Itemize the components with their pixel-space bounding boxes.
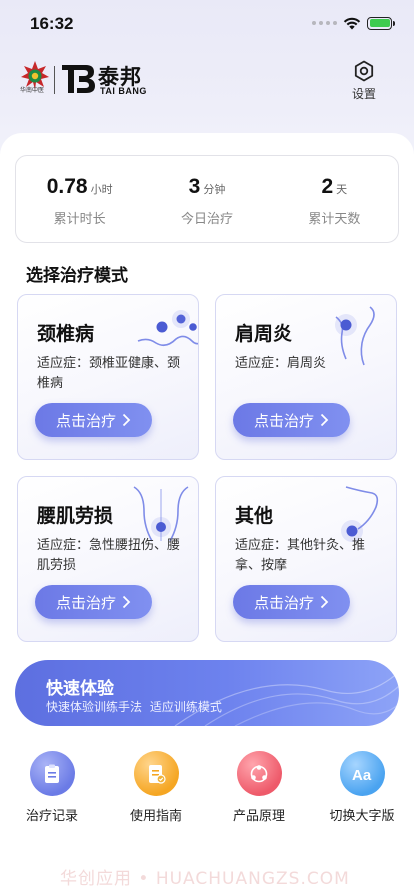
stat-today-minutes: 3 分钟 今日治疗 xyxy=(143,156,270,242)
status-time: 16:32 xyxy=(30,14,74,33)
nav-label: 切换大字版 xyxy=(329,809,395,824)
nav-treatment-records[interactable]: 治疗记录 xyxy=(7,751,97,824)
settings-label: 设置 xyxy=(351,87,376,101)
start-treatment-button[interactable]: 点击治疗 xyxy=(233,585,350,619)
button-label: 点击治疗 xyxy=(253,593,314,612)
status-bar: 16:32 xyxy=(0,0,414,48)
main-panel: 0.78 小时 累计时长 3 分钟 今日治疗 2天 累计天数 选择治疗模式 颈椎病 … xyxy=(0,133,414,896)
nav-user-guide[interactable]: 使用指南 xyxy=(111,751,201,824)
stat-total-days: 2天 累计天数 xyxy=(271,156,398,242)
quick-subtitle: 快速体验训练手法 适应训练模式 xyxy=(46,700,222,714)
brand-name-en: TAI BANG xyxy=(100,86,147,96)
card-title: 肩周炎 xyxy=(235,323,293,345)
clipboard-icon xyxy=(29,751,75,796)
quick-experience-banner[interactable]: 快速体验 快速体验训练手法 适应训练模式 xyxy=(15,660,399,726)
card-description: 适应症：急性腰扭伤、腰肌劳损 xyxy=(37,538,181,573)
logo-divider xyxy=(54,66,55,94)
guide-book-icon xyxy=(133,751,179,796)
card-description: 适应症：颈椎亚健康、颈椎病 xyxy=(37,356,181,391)
chevron-right-icon xyxy=(122,595,131,609)
signal-icon xyxy=(312,21,337,25)
nav-label: 使用指南 xyxy=(129,809,182,824)
nav-large-font-mode[interactable]: Aa 切换大字版 xyxy=(317,751,407,824)
quick-title: 快速体验 xyxy=(46,679,114,699)
nav-label: 治疗记录 xyxy=(25,809,78,824)
card-title: 其他 xyxy=(235,505,274,527)
mode-card-cervical[interactable]: 颈椎病 适应症：颈椎亚健康、颈椎病 点击治疗 xyxy=(17,294,199,460)
stat-label: 今日治疗 xyxy=(180,212,233,227)
stat-label: 累计时长 xyxy=(53,212,106,227)
card-description: 适应症：其他针灸、推拿、按摩 xyxy=(235,538,366,573)
stat-label: 累计天数 xyxy=(308,212,361,227)
chevron-right-icon xyxy=(320,413,329,427)
wifi-icon xyxy=(343,17,361,30)
font-size-icon: Aa xyxy=(339,751,385,796)
card-title: 颈椎病 xyxy=(37,323,95,345)
stat-unit: 天 xyxy=(336,183,348,196)
stat-unit: 小时 xyxy=(90,183,113,196)
stat-value: 2 xyxy=(321,175,334,198)
battery-icon xyxy=(367,16,395,30)
button-label: 点击治疗 xyxy=(55,411,116,430)
nav-product-principle[interactable]: 产品原理 xyxy=(214,751,304,824)
chevron-right-icon xyxy=(320,595,329,609)
card-title: 腰肌劳损 xyxy=(37,505,114,527)
shortcut-bar: 治疗记录 使用指南 产品原理 Aa 切换大字版 xyxy=(0,751,414,831)
molecule-icon xyxy=(236,751,282,796)
watermark: 华创应用 • HUACHUANGZS.COM xyxy=(60,869,350,889)
mode-card-other[interactable]: 其他 适应症：其他针灸、推拿、按摩 点击治疗 xyxy=(215,476,397,642)
app-header: 华南中医 泰邦 TAI BANG 设置 xyxy=(0,48,414,128)
stats-card: 0.78 小时 累计时长 3 分钟 今日治疗 2天 累计天数 xyxy=(15,155,399,243)
svg-text:Aa: Aa xyxy=(352,767,372,784)
gear-icon xyxy=(354,60,374,82)
stat-value: 3 xyxy=(188,175,201,198)
button-label: 点击治疗 xyxy=(253,411,314,430)
nav-label: 产品原理 xyxy=(232,809,285,824)
chevron-right-icon xyxy=(122,413,131,427)
mode-card-shoulder[interactable]: 肩周炎 适应症：肩周炎 点击治疗 xyxy=(215,294,397,460)
status-icons xyxy=(312,16,395,30)
card-description: 适应症：肩周炎 xyxy=(235,356,327,371)
stat-total-hours: 0.78 小时 累计时长 xyxy=(16,156,143,242)
section-title: 选择治疗模式 xyxy=(26,266,128,286)
button-label: 点击治疗 xyxy=(55,593,116,612)
stat-unit: 分钟 xyxy=(203,183,226,196)
start-treatment-button[interactable]: 点击治疗 xyxy=(35,403,152,437)
tb-logo-icon xyxy=(62,65,95,93)
emblem-caption: 华南中医 xyxy=(20,87,45,94)
mode-card-lumbar[interactable]: 腰肌劳损 适应症：急性腰扭伤、腰肌劳损 点击治疗 xyxy=(17,476,199,642)
start-treatment-button[interactable]: 点击治疗 xyxy=(233,403,350,437)
start-treatment-button[interactable]: 点击治疗 xyxy=(35,585,152,619)
neck-illustration-icon xyxy=(137,310,198,347)
stat-value: 0.78 xyxy=(46,175,88,198)
settings-button[interactable]: 设置 xyxy=(344,60,384,102)
